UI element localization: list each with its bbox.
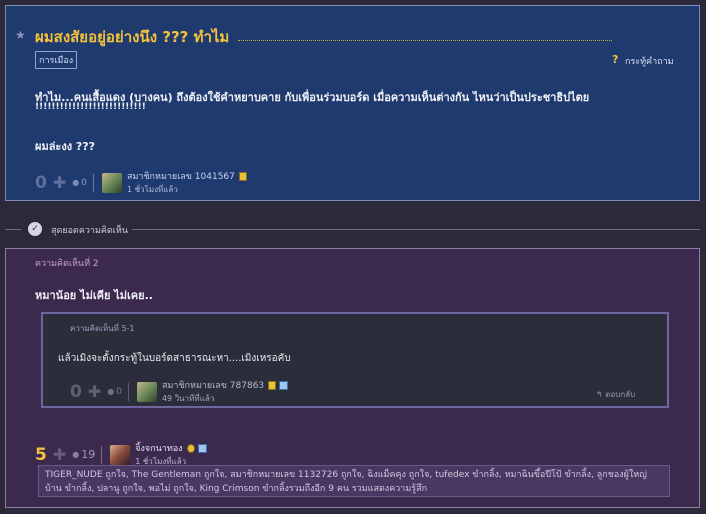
author-name[interactable]: สมาชิกหมายเลข 1041567 [127, 172, 235, 182]
reply-card: ความคิดเห็นที่ 5-1 แล้วเมิงจะตั้งกระทู้ใ… [41, 312, 669, 408]
post-time: 1 ชั่วโมงที่แล้ว [126, 185, 178, 194]
topic-type-label[interactable]: กระทู้คำถาม [625, 54, 674, 68]
plus-icon[interactable]: ✚ [53, 173, 66, 192]
badge-icon [197, 444, 207, 453]
comment-icon: ● [72, 450, 80, 459]
reply-arrow-icon: ↰ [596, 390, 606, 399]
comment-icon: ● [72, 178, 80, 187]
comment-icon: ● [107, 387, 115, 396]
comment-count: 0 [116, 386, 122, 397]
avatar[interactable] [101, 172, 122, 193]
avatar[interactable] [110, 444, 131, 465]
comment-count: 0 [81, 177, 87, 188]
reply-text: แล้วเมิงจะตั้งกระทู้ในบอร์ดสาธารณะหา....… [58, 353, 291, 364]
smiley-icon [186, 444, 195, 453]
topic-title: ผมสงสัยอยู่อย่างนึง ??? ทำไม [35, 28, 230, 46]
comment-count: 19 [81, 448, 96, 461]
badge-icon [268, 381, 277, 390]
author-name[interactable]: สมาชิกหมายเลข 787863 [162, 381, 264, 391]
topic-body-line: !!!!!!!!!!!!!!!!!!!!!!!!!!! [35, 102, 146, 112]
vote-count: 0 [70, 381, 82, 402]
separator [101, 445, 103, 464]
badge-icon [279, 381, 289, 390]
divider-label: สุดยอดความคิดเห็น [51, 226, 128, 236]
plus-icon[interactable]: ✚ [53, 445, 66, 464]
star-icon[interactable]: ★ [15, 28, 26, 42]
reply-button[interactable]: ↰ ตอบกลับ [596, 388, 635, 401]
divider-line [5, 229, 21, 230]
separator [92, 173, 94, 192]
title-dotted-line [238, 40, 612, 41]
speech-bubble-icon: ✓ [28, 222, 42, 236]
plus-icon[interactable]: ✚ [88, 382, 101, 401]
best-comments-divider: ✓ สุดยอดความคิดเห็น [0, 219, 706, 239]
reply-label: ตอบกลับ [605, 390, 636, 399]
vote-count: 0 [35, 172, 47, 193]
author-block: จิ้งจกนาทอง 1 ชั่วโมงที่แล้ว [135, 441, 207, 468]
badge-icon [238, 172, 247, 181]
avatar[interactable] [136, 381, 157, 402]
author-block: สมาชิกหมายเลข 787863 49 วินาทีที่แล้ว [161, 378, 289, 405]
question-icon: ? [612, 53, 619, 66]
divider-line [132, 229, 700, 230]
topic-stats: 0 ✚ ● 0 สมาชิกหมายเลข 1041567 1 ชั่วโมงท… [35, 169, 247, 196]
author-block: สมาชิกหมายเลข 1041567 1 ชั่วโมงที่แล้ว [127, 169, 247, 196]
comment-number: ความคิดเห็นที่ 2 [35, 259, 99, 269]
post-time: 49 วินาทีที่แล้ว [161, 394, 215, 403]
comment-card: ความคิดเห็นที่ 2 หมาน้อย ไม่เคีย ไม่เคย.… [5, 248, 700, 508]
category-tag[interactable]: การเมือง [35, 51, 78, 69]
reply-stats: 0 ✚ ● 0 สมาชิกหมายเลข 787863 49 วินาทีที… [70, 378, 289, 405]
separator [127, 382, 129, 401]
reply-number: ความคิดเห็นที่ 5-1 [70, 324, 135, 333]
vote-count: 5 [35, 444, 47, 465]
topic-card: ★ ผมสงสัยอยู่อย่างนึง ??? ทำไม การเมือง … [5, 5, 700, 201]
comment-text: หมาน้อย ไม่เคีย ไม่เคย.. [35, 289, 153, 302]
topic-body-line: ผมล่ะงง ??? [35, 140, 96, 153]
reaction-list[interactable]: TIGER_NUDE ถูกใจ, The Gentleman ถูกใจ, ส… [38, 465, 670, 497]
comment-stats: 5 ✚ ● 19 จิ้งจกนาทอง 1 ชั่วโมงที่แล้ว [35, 441, 207, 468]
author-name[interactable]: จิ้งจกนาทอง [135, 444, 182, 454]
